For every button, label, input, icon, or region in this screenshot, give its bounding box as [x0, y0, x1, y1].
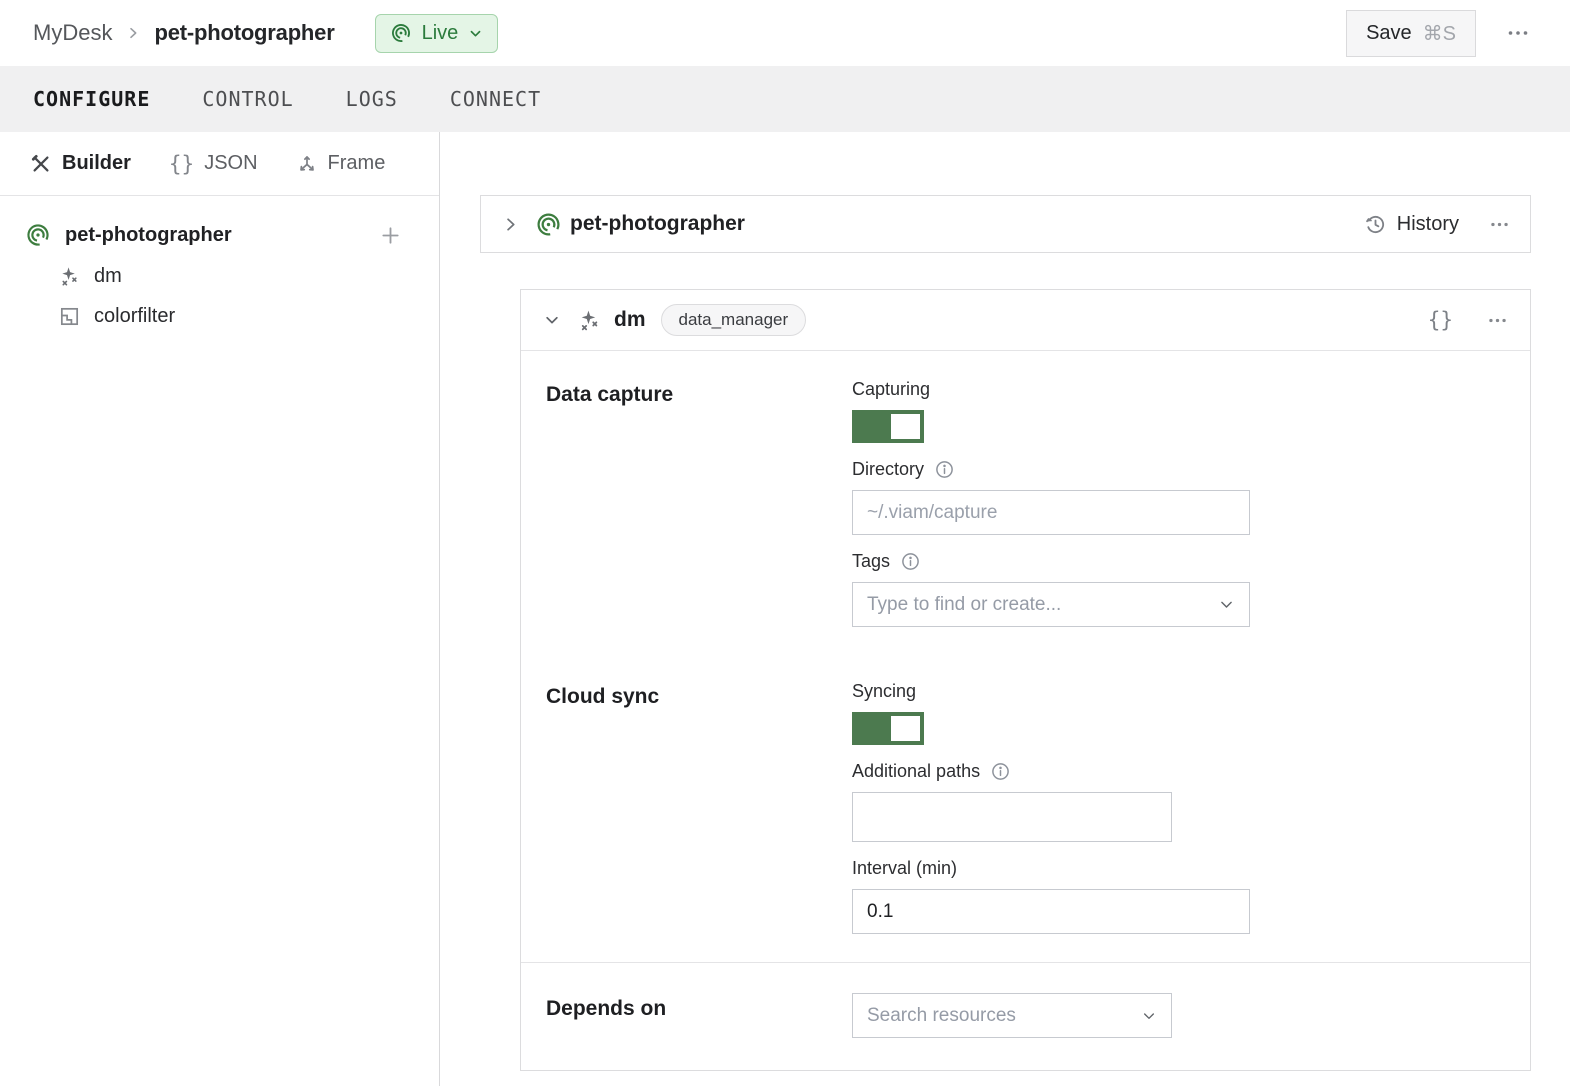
history-clock-icon — [1364, 213, 1387, 236]
breadcrumb-org-link[interactable]: MyDesk — [33, 20, 112, 46]
resource-tree: pet-photographer dm — [0, 196, 439, 328]
info-icon[interactable] — [990, 761, 1011, 782]
depends-on-placeholder: Search resources — [867, 1005, 1016, 1027]
tab-connect[interactable]: CONNECT — [450, 87, 541, 111]
builder-icon — [30, 153, 52, 175]
overflow-menu-icon[interactable] — [1506, 21, 1530, 45]
chevron-down-icon — [468, 26, 483, 41]
breadcrumb-machine-name: pet-photographer — [154, 20, 334, 46]
component-card-header: dm data_manager {} — [521, 290, 1530, 351]
view-tab-builder[interactable]: Builder — [30, 152, 131, 175]
broadcast-icon — [390, 22, 412, 44]
machine-broadcast-icon — [25, 222, 51, 248]
tree-item-colorfilter-label: colorfilter — [94, 305, 175, 328]
tree-item-dm-label: dm — [94, 265, 122, 288]
component-card-dm: dm data_manager {} Data capture Capturin… — [520, 289, 1531, 1071]
tags-select-placeholder: Type to find or create... — [867, 594, 1061, 616]
view-tab-frame-label: Frame — [328, 152, 386, 175]
history-button[interactable]: History — [1364, 213, 1459, 236]
tree-item-colorfilter[interactable]: colorfilter — [58, 305, 414, 328]
syncing-toggle[interactable] — [852, 712, 924, 745]
collapse-chevron-down-icon[interactable] — [543, 311, 561, 329]
machine-status-dropdown[interactable]: Live — [375, 14, 499, 53]
tags-select[interactable]: Type to find or create... — [852, 582, 1250, 627]
chevron-down-icon — [1141, 1008, 1157, 1024]
machine-card-menu-icon[interactable] — [1489, 214, 1510, 235]
nav-tab-bar: CONFIGURE CONTROL LOGS CONNECT — [0, 66, 1570, 132]
history-button-label: History — [1397, 213, 1459, 236]
machine-card-title: pet-photographer — [570, 212, 745, 236]
colorfilter-steps-icon — [58, 305, 81, 328]
tags-label: Tags — [852, 551, 890, 572]
machine-broadcast-icon — [535, 211, 562, 238]
tab-logs[interactable]: LOGS — [346, 87, 398, 111]
machine-status-label: Live — [422, 22, 459, 45]
chevron-down-icon — [1218, 596, 1235, 613]
directory-input[interactable] — [852, 490, 1250, 535]
save-button-label: Save — [1366, 22, 1412, 45]
component-name: dm — [614, 308, 646, 332]
json-braces-icon: {} — [169, 152, 194, 176]
depends-on-select[interactable]: Search resources — [852, 993, 1172, 1038]
cloud-sync-heading: Cloud sync — [546, 681, 852, 934]
data-manager-sparkle-icon — [577, 308, 602, 333]
tree-item-dm[interactable]: dm — [58, 265, 414, 288]
capturing-label: Capturing — [852, 379, 930, 400]
expand-chevron-right-icon[interactable] — [501, 215, 520, 234]
config-main-panel: pet-photographer History — [440, 132, 1570, 1086]
info-icon[interactable] — [900, 551, 921, 572]
additional-paths-label: Additional paths — [852, 761, 980, 782]
component-card-menu-icon[interactable] — [1487, 310, 1508, 331]
breadcrumb: MyDesk pet-photographer — [33, 20, 335, 46]
edit-json-braces-icon[interactable]: {} — [1428, 308, 1453, 332]
data-capture-heading: Data capture — [546, 379, 852, 627]
view-tab-json-label: JSON — [204, 152, 257, 175]
breadcrumb-separator-icon — [125, 25, 141, 41]
depends-on-section: Depends on Search resources — [521, 963, 1530, 1070]
data-manager-sparkle-icon — [58, 265, 81, 288]
data-capture-section: Data capture Capturing Directory — [546, 379, 1505, 627]
cloud-sync-section: Cloud sync Syncing Additional paths — [546, 681, 1505, 934]
interval-input[interactable] — [852, 889, 1250, 934]
tab-configure[interactable]: CONFIGURE — [33, 87, 150, 111]
top-bar: MyDesk pet-photographer Live Save ⌘S — [0, 0, 1570, 66]
machine-card: pet-photographer History — [480, 195, 1531, 253]
frame-axes-icon — [296, 153, 318, 175]
additional-paths-input[interactable] — [852, 792, 1172, 842]
capturing-toggle[interactable] — [852, 410, 924, 443]
config-sidebar: Builder {} JSON Frame — [0, 132, 440, 1086]
tree-item-machine-label: pet-photographer — [65, 224, 365, 247]
component-type-badge: data_manager — [661, 304, 807, 336]
add-resource-icon[interactable] — [379, 224, 402, 247]
save-button[interactable]: Save ⌘S — [1346, 10, 1476, 57]
depends-on-heading: Depends on — [546, 993, 852, 1038]
view-tab-json[interactable]: {} JSON — [169, 152, 258, 176]
info-icon[interactable] — [934, 459, 955, 480]
config-view-tabs: Builder {} JSON Frame — [0, 132, 439, 196]
tab-control[interactable]: CONTROL — [202, 87, 293, 111]
directory-label: Directory — [852, 459, 924, 480]
view-tab-frame[interactable]: Frame — [296, 152, 386, 175]
view-tab-builder-label: Builder — [62, 152, 131, 175]
tree-item-machine[interactable]: pet-photographer — [25, 222, 414, 248]
syncing-label: Syncing — [852, 681, 916, 702]
save-shortcut-hint: ⌘S — [1423, 21, 1456, 46]
interval-label: Interval (min) — [852, 858, 957, 879]
